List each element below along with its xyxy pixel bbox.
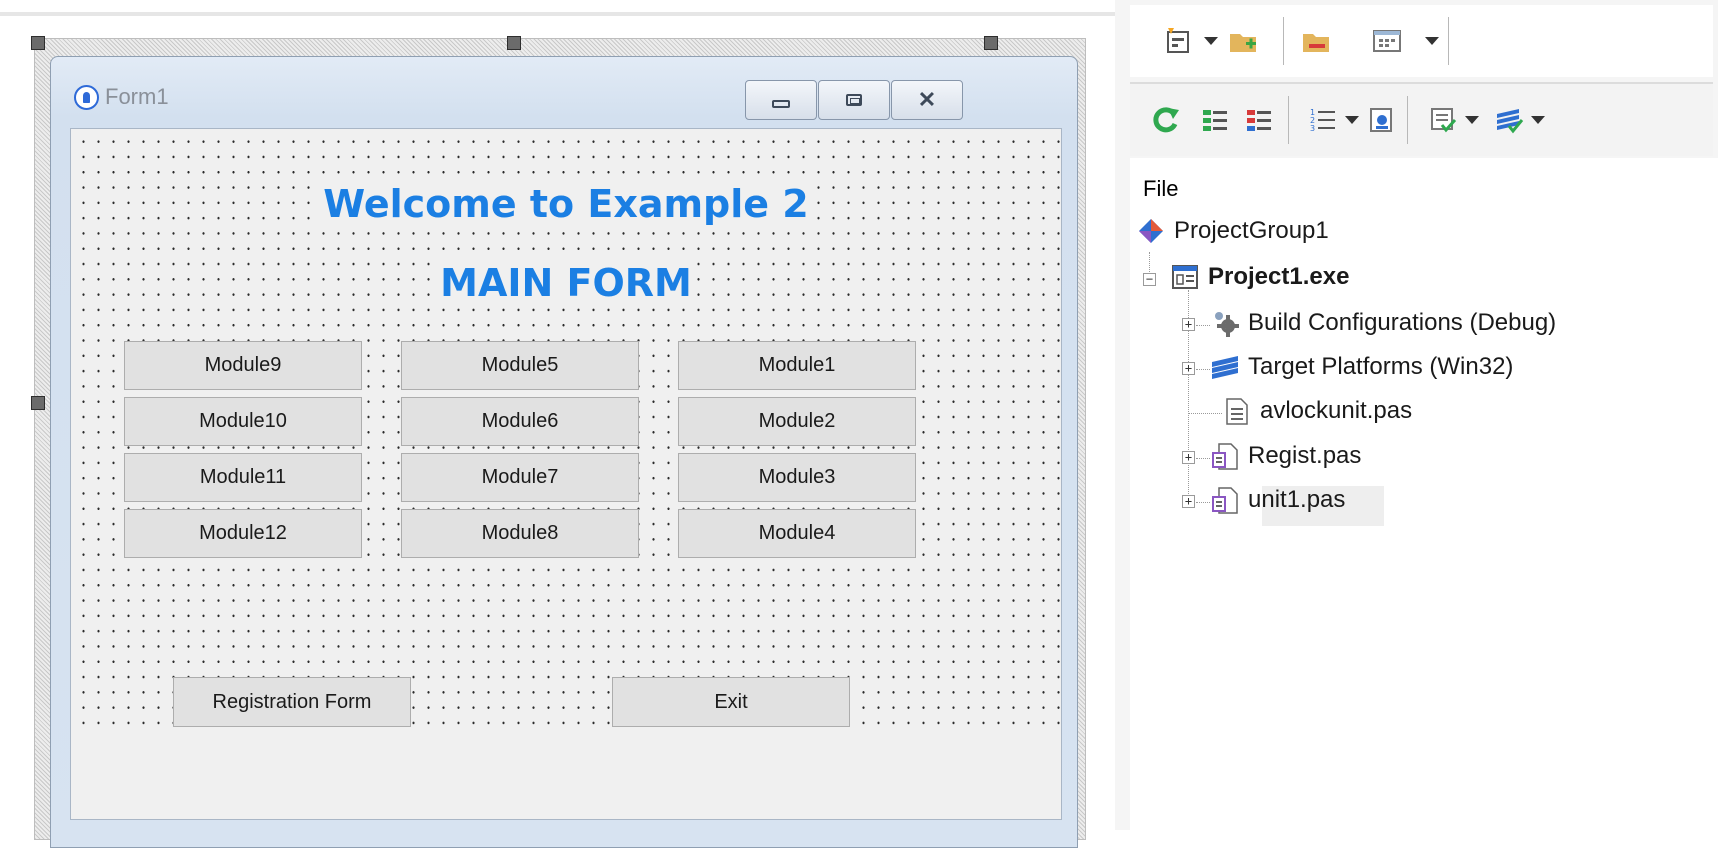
form-caption: Form1 — [74, 84, 169, 110]
maximize-button[interactable] — [818, 80, 890, 120]
resize-handle-top-right[interactable] — [984, 36, 998, 50]
build-all-dropdown-icon[interactable] — [1531, 116, 1545, 124]
tree-node-label: unit1.pas — [1248, 486, 1346, 513]
collapse-all-icon[interactable] — [1242, 102, 1276, 138]
expand-all-icon[interactable] — [1198, 102, 1232, 138]
expand-icon[interactable]: + — [1182, 495, 1195, 508]
designer-top-border — [0, 12, 1115, 16]
expand-icon[interactable]: + — [1182, 362, 1195, 375]
toolbar-separator — [1448, 17, 1449, 65]
registration-form-button[interactable]: Registration Form — [173, 677, 411, 727]
file-icon — [1222, 396, 1252, 426]
options-icon[interactable] — [1365, 102, 1399, 138]
module3-button[interactable]: Module3 — [678, 453, 916, 502]
collapse-icon[interactable]: − — [1143, 273, 1156, 286]
module2-button[interactable]: Module2 — [678, 397, 916, 446]
unit-file-icon — [1210, 485, 1240, 515]
resize-handle-middle-left[interactable] — [31, 396, 45, 410]
project-toolbar-bottom: 123 — [1130, 82, 1713, 156]
project-group-icon — [1136, 216, 1166, 246]
module6-button[interactable]: Module6 — [401, 397, 639, 446]
tree-node-label: Project1.exe — [1208, 263, 1350, 290]
toolbar-separator — [1283, 17, 1284, 65]
view-options-icon[interactable] — [1370, 23, 1404, 59]
minimize-icon — [772, 100, 790, 108]
module12-button[interactable]: Module12 — [124, 509, 362, 558]
tree-node-avlockunit[interactable]: avlockunit.pas — [1222, 396, 1412, 426]
tree-node-project[interactable]: Project1.exe — [1170, 262, 1349, 292]
tree-connector — [1196, 502, 1210, 503]
expand-icon[interactable]: + — [1182, 318, 1195, 331]
tree-connector — [1196, 325, 1210, 326]
module4-button[interactable]: Module4 — [678, 509, 916, 558]
module9-button[interactable]: Module9 — [124, 341, 362, 390]
tree-node-label: Build Configurations (Debug) — [1248, 309, 1557, 336]
new-item-icon[interactable] — [1162, 23, 1196, 59]
tree-connector — [1196, 369, 1210, 370]
close-button[interactable]: ✕ — [891, 80, 963, 120]
maximize-icon — [846, 94, 862, 106]
tree-connector — [1188, 413, 1222, 414]
build-dropdown-icon[interactable] — [1465, 116, 1479, 124]
tree-node-unit1[interactable]: unit1.pas — [1210, 485, 1345, 515]
module8-button[interactable]: Module8 — [401, 509, 639, 558]
tree-section-label: File — [1143, 176, 1179, 201]
sort-dropdown-icon[interactable] — [1345, 116, 1359, 124]
tree-node-build-configurations[interactable]: Build Configurations (Debug) — [1210, 308, 1556, 338]
close-icon: ✕ — [917, 87, 937, 112]
lock-icon — [74, 84, 99, 110]
toolbar-separator — [1407, 96, 1408, 144]
expand-icon[interactable]: + — [1182, 451, 1195, 464]
gear-icon — [1210, 308, 1240, 338]
add-folder-icon[interactable] — [1227, 23, 1261, 59]
refresh-icon[interactable] — [1148, 102, 1182, 138]
unit-file-icon — [1210, 441, 1240, 471]
tree-node-label: ProjectGroup1 — [1174, 217, 1329, 244]
module1-button[interactable]: Module1 — [678, 341, 916, 390]
platform-stack-icon — [1210, 352, 1240, 382]
svg-text:3: 3 — [1310, 124, 1315, 133]
project-toolbar-top — [1130, 5, 1713, 77]
module10-button[interactable]: Module10 — [124, 397, 362, 446]
resize-handle-top-left[interactable] — [31, 36, 45, 50]
tree-node-projectgroup[interactable]: ProjectGroup1 — [1136, 216, 1329, 246]
sort-list-icon[interactable]: 123 — [1306, 102, 1340, 138]
tree-connector — [1196, 458, 1210, 459]
module5-button[interactable]: Module5 — [401, 341, 639, 390]
view-options-dropdown-icon[interactable] — [1425, 37, 1439, 45]
resize-handle-top-center[interactable] — [507, 36, 521, 50]
form-designer: Form1 ✕ Welcome to Example 2 MAIN FORM M… — [0, 0, 1115, 848]
tree-node-label: Target Platforms (Win32) — [1248, 353, 1514, 380]
form-title: Form1 — [105, 84, 169, 109]
build-all-icon[interactable] — [1492, 102, 1526, 138]
form-client-area[interactable]: Welcome to Example 2 MAIN FORM Module9 M… — [70, 128, 1062, 820]
exe-project-icon — [1170, 262, 1200, 292]
minimize-button[interactable] — [745, 80, 817, 120]
module7-button[interactable]: Module7 — [401, 453, 639, 502]
tree-node-regist[interactable]: Regist.pas — [1210, 441, 1361, 471]
welcome-heading: Welcome to Example 2 — [71, 182, 1061, 226]
tree-node-target-platforms[interactable]: Target Platforms (Win32) — [1210, 352, 1513, 382]
tree-node-label: Regist.pas — [1248, 442, 1362, 469]
new-item-dropdown-icon[interactable] — [1204, 37, 1218, 45]
main-form-heading: MAIN FORM — [71, 261, 1061, 305]
remove-folder-icon[interactable] — [1300, 23, 1334, 59]
tree-node-label: avlockunit.pas — [1260, 397, 1413, 424]
build-icon[interactable] — [1426, 102, 1460, 138]
exit-button[interactable]: Exit — [612, 677, 850, 727]
module11-button[interactable]: Module11 — [124, 453, 362, 502]
toolbar-separator — [1288, 96, 1289, 144]
